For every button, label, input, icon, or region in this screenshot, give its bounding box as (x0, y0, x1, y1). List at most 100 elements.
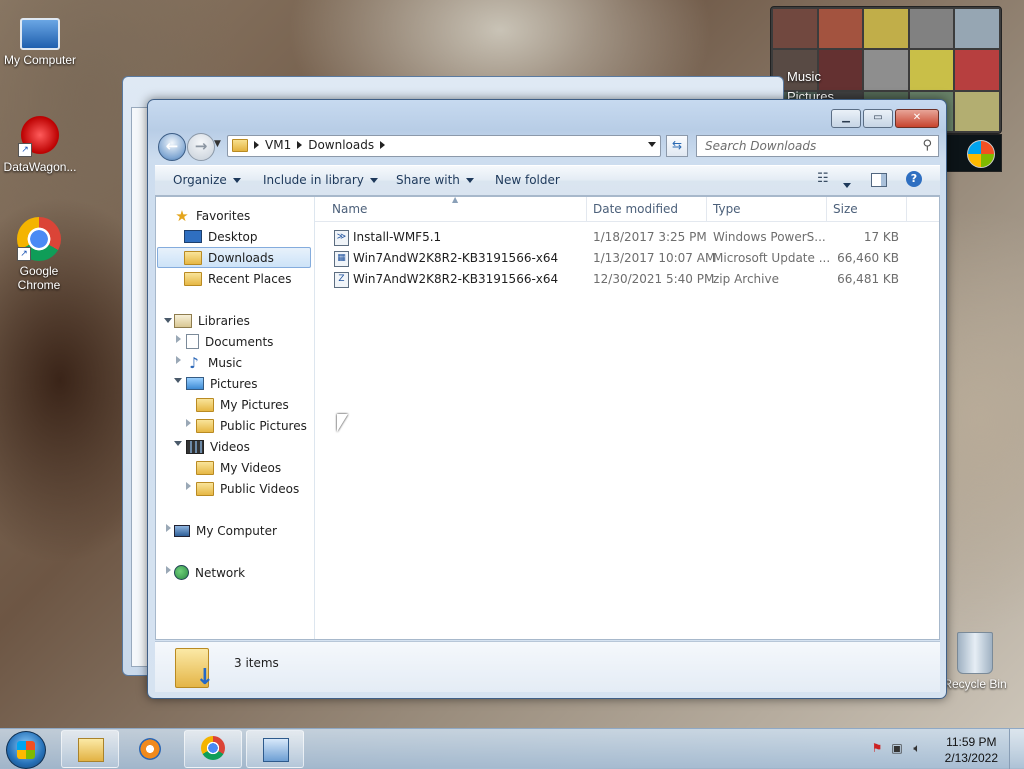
nav-my-videos[interactable]: My Videos (196, 457, 281, 478)
view-dropdown-icon[interactable] (843, 177, 851, 193)
expander-open-icon[interactable] (174, 378, 182, 383)
desktop-icon-my-computer[interactable]: My Computer (0, 10, 80, 67)
search-icon[interactable]: ⚲ (922, 138, 932, 153)
videos-icon (186, 439, 204, 454)
libraries-icon (174, 313, 192, 328)
zip-archive-icon: Z (334, 272, 349, 288)
start-button[interactable] (6, 731, 46, 769)
taskbar-control-panel-button[interactable] (246, 730, 304, 768)
folder-icon (196, 460, 214, 475)
back-button[interactable]: ← (158, 133, 186, 161)
file-row[interactable]: ≫ Install-WMF5.1 1/18/2017 3:25 PM Windo… (315, 227, 939, 248)
nav-public-pictures[interactable]: Public Pictures (196, 415, 307, 436)
breadcrumb-downloads[interactable]: Downloads (308, 138, 374, 152)
windows-logo-icon (967, 140, 995, 168)
nav-network[interactable]: Network (174, 562, 245, 583)
breadcrumb-vm1[interactable]: VM1 (265, 138, 291, 152)
expander-open-icon[interactable] (164, 318, 172, 323)
desktop-icon-chrome[interactable]: ↗ Google Chrome (0, 217, 79, 292)
nav-desktop[interactable]: Desktop (184, 226, 258, 247)
nav-favorites[interactable]: ★ Favorites (174, 205, 250, 226)
show-desktop-button[interactable] (1009, 729, 1024, 769)
nav-my-computer[interactable]: My Computer (174, 520, 277, 541)
update-package-icon: ▦ (334, 251, 349, 267)
expander-icon[interactable] (186, 419, 191, 427)
column-name[interactable]: Name (332, 202, 367, 216)
chevron-down-icon (369, 177, 378, 183)
chevron-down-icon (232, 177, 241, 183)
column-date-modified[interactable]: Date modified (593, 202, 678, 216)
explorer-window: ▁ ▭ ✕ ← → ▼ VM1 Downloads ⇆ Search Downl… (147, 99, 947, 699)
new-folder-button[interactable]: New folder (495, 173, 560, 187)
nav-recent-places[interactable]: Recent Places (184, 268, 291, 289)
system-tray: ⚑ ▣ 🔈︎ 11:59 PM 2/13/2022 (854, 729, 1024, 769)
network-icon (174, 565, 189, 580)
expander-open-icon[interactable] (174, 441, 182, 446)
column-headers: ▲ Name Date modified Type Size (315, 195, 939, 222)
organize-button[interactable]: Organize (173, 173, 241, 187)
search-input[interactable]: Search Downloads ⚲ (696, 135, 939, 157)
forward-button[interactable]: → (187, 133, 215, 161)
include-in-library-button[interactable]: Include in library (263, 173, 378, 187)
nav-videos[interactable]: Videos (186, 436, 250, 457)
recent-pages-dropdown[interactable]: ▼ (214, 139, 221, 149)
recent-places-icon (184, 271, 202, 286)
taskbar-chrome-button[interactable] (184, 730, 242, 768)
expander-icon[interactable] (186, 482, 191, 490)
chevron-right-icon[interactable] (380, 141, 386, 149)
close-button[interactable]: ✕ (895, 109, 939, 128)
clock[interactable]: 11:59 PM 2/13/2022 (945, 734, 998, 766)
folder-icon (196, 481, 214, 496)
expander-icon[interactable] (176, 335, 181, 343)
volume-icon[interactable]: 🔈︎ (910, 741, 924, 755)
nav-libraries[interactable]: Libraries (174, 310, 250, 331)
desktop-icon-label: DataWagon... (3, 160, 77, 174)
desktop-icon-datawagon[interactable]: ↗ DataWagon... (0, 113, 80, 174)
chrome-icon (201, 736, 225, 760)
nav-documents[interactable]: Documents (186, 331, 273, 352)
expander-icon[interactable] (176, 356, 181, 364)
maximize-button[interactable]: ▭ (863, 109, 893, 128)
file-row[interactable]: Z Win7AndW2K8R2-KB3191566-x64 12/30/2021… (315, 269, 939, 290)
preview-pane-icon[interactable] (871, 173, 887, 187)
nav-downloads[interactable]: Downloads (157, 247, 311, 268)
control-panel-icon (263, 738, 289, 762)
taskbar-media-player-button[interactable] (122, 730, 180, 768)
expander-icon[interactable] (166, 566, 171, 574)
share-with-button[interactable]: Share with (396, 173, 474, 187)
action-center-icon[interactable]: ⚑ (870, 741, 884, 755)
file-name: Win7AndW2K8R2-KB3191566-x64 (353, 251, 559, 265)
powershell-script-icon: ≫ (334, 230, 349, 246)
desktop-icon-recycle-bin[interactable]: Recycle Bin (935, 632, 1015, 691)
view-options-icon[interactable]: ☷ (817, 171, 835, 187)
chevron-right-icon[interactable] (254, 141, 259, 149)
file-name: Win7AndW2K8R2-KB3191566-x64 (353, 272, 559, 286)
nav-my-pictures[interactable]: My Pictures (196, 394, 289, 415)
taskbar-explorer-button[interactable] (61, 730, 119, 768)
file-row[interactable]: ▦ Win7AndW2K8R2-KB3191566-x64 1/13/2017 … (315, 248, 939, 269)
breadcrumb: VM1 Downloads (232, 138, 386, 152)
gadget-label-music[interactable]: Music (787, 69, 821, 84)
file-name: Install-WMF5.1 (353, 230, 442, 244)
mouse-cursor-icon (337, 414, 348, 432)
downloads-folder-icon: ↓ (175, 648, 214, 689)
address-dropdown-icon[interactable] (648, 142, 656, 147)
music-note-icon: ♪ (189, 353, 199, 372)
network-icon[interactable]: ▣ (890, 741, 904, 755)
folder-icon (196, 418, 214, 433)
address-bar[interactable]: VM1 Downloads (227, 135, 661, 157)
windows-logo-icon (17, 741, 35, 759)
minimize-button[interactable]: ▁ (831, 109, 861, 128)
nav-pictures[interactable]: Pictures (186, 373, 258, 394)
expander-icon[interactable] (166, 524, 171, 532)
help-icon[interactable]: ? (906, 171, 922, 187)
refresh-button[interactable]: ⇆ (666, 135, 688, 157)
nav-music[interactable]: ♪ Music (186, 352, 242, 373)
column-type[interactable]: Type (713, 202, 741, 216)
clock-time: 11:59 PM (946, 735, 997, 749)
file-date: 1/18/2017 3:25 PM (593, 230, 707, 244)
chevron-right-icon[interactable] (297, 141, 303, 149)
nav-public-videos[interactable]: Public Videos (196, 478, 299, 499)
file-size: 66,481 KB (837, 272, 899, 286)
column-size[interactable]: Size (833, 202, 858, 216)
